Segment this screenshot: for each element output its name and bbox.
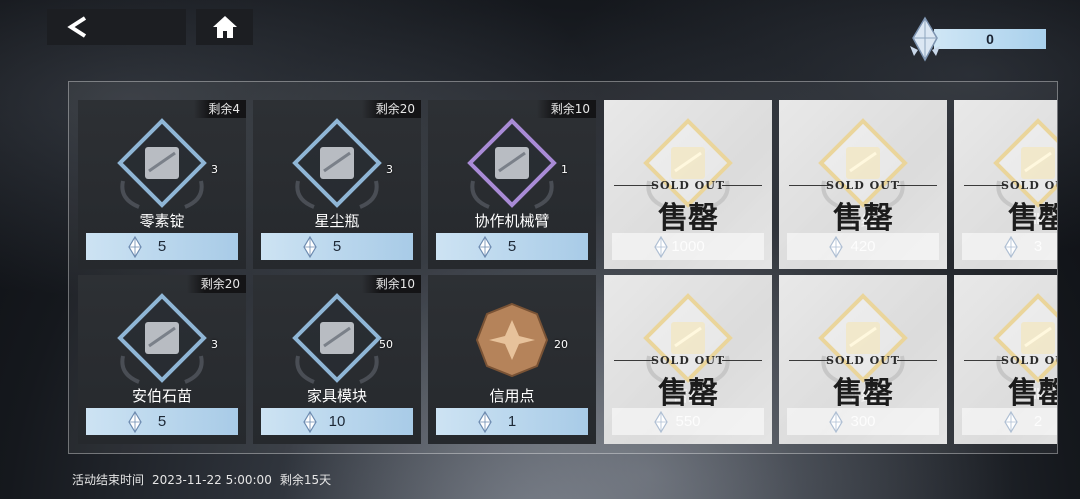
sold-out-overlay: SOLD OUT 售罄 [954,100,1057,269]
sold-out-label-cn: 售罄 [1008,376,1057,411]
item-icon [284,115,390,215]
price-value: 5 [157,413,167,430]
sold-out-label-en: SOLD OUT [826,354,900,367]
back-arrow-icon [67,16,87,38]
item-name: 信用点 [489,387,535,405]
sold-out-label-en: SOLD OUT [826,179,900,192]
item-icon [109,290,215,390]
item-icon [284,290,390,390]
sold-out-label-cn: 售罄 [833,376,893,411]
sold-out-overlay: SOLD OUT 售罄 [604,275,772,444]
price-button[interactable]: 10 [261,408,413,435]
sold-out-label-cn: 售罄 [833,201,893,236]
shop-item-sold-out: Ⅲ3SOLD OUT售罄 [954,100,1057,269]
price-button[interactable]: 1 [436,408,588,435]
item-quantity: 50 [379,338,393,351]
currency-display: 0 [904,16,1046,62]
price-value: 5 [507,238,517,255]
item-quantity: 1 [561,163,568,176]
sold-out-label-en: SOLD OUT [1001,354,1057,367]
price-value: 5 [332,238,342,255]
sold-out-overlay: SOLD OUT 售罄 [779,275,947,444]
shop-item-sold-out: Ⅲ2SOLD OUT售罄 [954,275,1057,444]
item-icon [459,290,565,390]
item-name: 零素锭 [139,212,185,230]
shop-item[interactable]: 剩余4 3 零素锭 5 [78,100,246,269]
shop-item-sold-out: Ⅲ组 300 SOLD OUT 售罄 [779,275,947,444]
event-remaining-days: 剩余15天 [279,473,332,487]
shop-item[interactable]: 剩余10 50 家具模块 10 [253,275,421,444]
item-name: 安伯石苗 [131,387,192,405]
price-button[interactable]: 5 [261,233,413,260]
shop-item[interactable]: 剩余10 1 协作机械臂 5 [428,100,596,269]
shop-item[interactable]: 20 信用点 1 [428,275,596,444]
price-button[interactable]: 5 [436,233,588,260]
item-icon [109,115,215,215]
shop-item-sold-out: Ⅲ组 420 SOLD OUT 售罄 [779,100,947,269]
item-quantity: 3 [386,163,393,176]
item-quantity: 3 [211,163,218,176]
crystal-icon [910,16,940,62]
item-name: 星尘瓶 [314,212,360,230]
currency-value: 0 [934,29,1046,49]
price-value: 10 [328,413,346,430]
back-button[interactable] [47,9,186,45]
sold-out-overlay: SOLD OUT 售罄 [954,275,1057,444]
item-name: 协作机械臂 [474,212,550,230]
sold-out-label-cn: 售罄 [658,201,718,236]
shop-item-sold-out: 1000 SOLD OUT 售罄 [604,100,772,269]
sold-out-label-en: SOLD OUT [1001,179,1057,192]
sold-out-overlay: SOLD OUT 售罄 [604,100,772,269]
sold-out-label-en: SOLD OUT [651,354,725,367]
price-button[interactable]: 5 [86,233,238,260]
sold-out-label-en: SOLD OUT [651,179,725,192]
sold-out-overlay: SOLD OUT 售罄 [779,100,947,269]
event-end-datetime: 2023-11-22 5:00:00 [152,473,272,487]
shop-panel: 剩余4 3 零素锭 5 剩余20 3 星尘瓶 5 剩余10 1 协作机械臂 5 1000 SOLD OUT… [68,81,1058,454]
item-quantity: 20 [554,338,568,351]
sold-out-label-cn: 售罄 [1008,201,1057,236]
shop-item[interactable]: 剩余20 3 安伯石苗 5 [78,275,246,444]
price-value: 5 [157,238,167,255]
item-icon [459,115,565,215]
shop-item-sold-out: 蓄组 550 SOLD OUT 售罄 [604,275,772,444]
home-button[interactable] [196,9,253,45]
event-end-label: 活动结束时间 [72,473,145,487]
event-end-info: 活动结束时间 2023-11-22 5:00:00 剩余15天 [72,471,339,488]
price-button[interactable]: 5 [86,408,238,435]
home-icon [212,16,237,38]
item-name: 家具模块 [306,387,367,405]
item-quantity: 3 [211,338,218,351]
price-value: 1 [507,413,517,430]
shop-item[interactable]: 剩余20 3 星尘瓶 5 [253,100,421,269]
sold-out-label-cn: 售罄 [658,376,718,411]
